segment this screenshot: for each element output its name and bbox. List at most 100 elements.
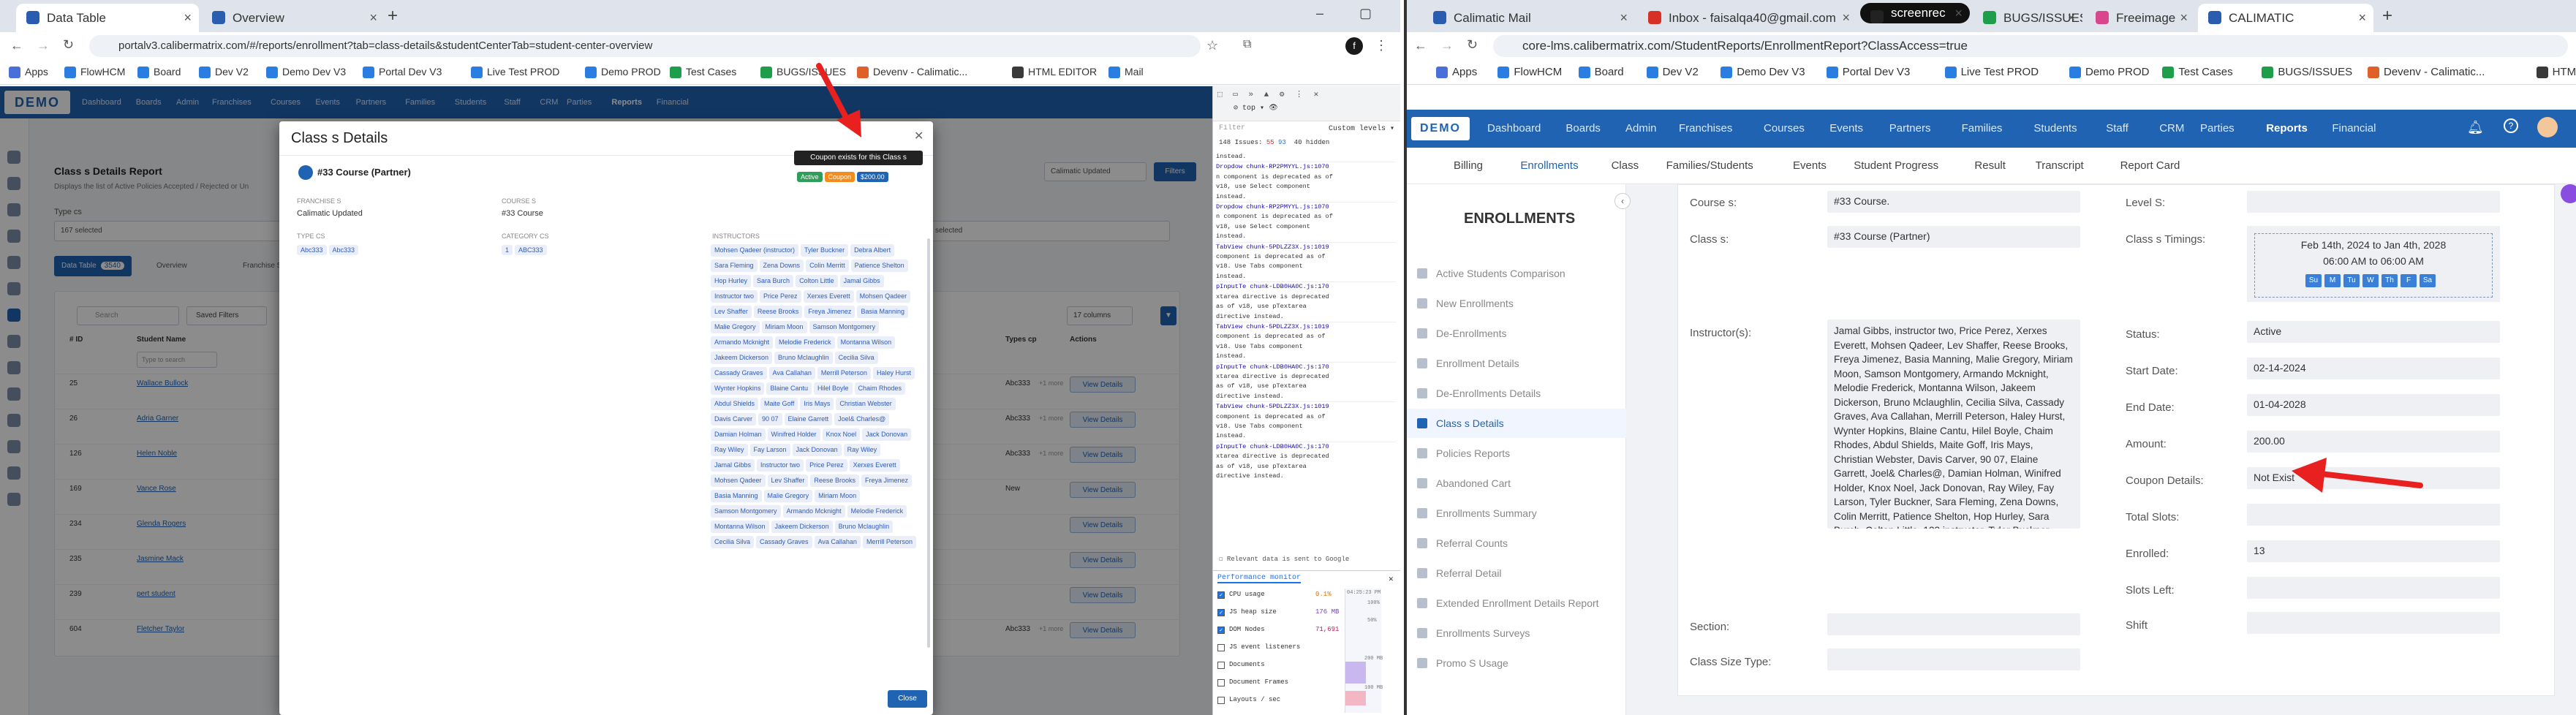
nav-item-financial[interactable]: Financial — [2332, 110, 2376, 148]
sidebar-item-policies-reports[interactable]: Policies Reports — [1407, 439, 1626, 468]
bookmark-item[interactable]: BUGS/ISSUES — [2262, 66, 2352, 78]
right-tab-2[interactable]: Inbox - faisalqa40@gmail.com × — [1638, 4, 1857, 32]
metric-checkbox[interactable]: ✓ — [1217, 627, 1225, 634]
nav-item-admin[interactable]: Admin — [1625, 110, 1657, 148]
bookmark-item[interactable]: HTML EDITOR — [1012, 66, 1097, 78]
sidebar-item-referral-detail[interactable]: Referral Detail — [1407, 559, 1626, 588]
nav-item-events[interactable]: Events — [1829, 110, 1863, 148]
nav-item-parties[interactable]: Parties — [2200, 110, 2235, 148]
bookmark-item[interactable]: Board — [1578, 66, 1624, 78]
modal-close-icon[interactable]: ✕ — [914, 129, 923, 143]
nav-item-reports[interactable]: Reports — [2266, 110, 2308, 148]
nav-item-dashboard[interactable]: Dashboard — [1487, 110, 1541, 148]
subnav-billing[interactable]: Billing — [1454, 148, 1483, 184]
menu-icon[interactable]: ⋮ — [1375, 38, 1388, 53]
nav-item-partners[interactable]: Partners — [1889, 110, 1931, 148]
issues-bar[interactable]: 148 Issues: 55 93 40 hidden — [1219, 139, 1329, 146]
nav-item-boards[interactable]: Boards — [1565, 110, 1601, 148]
close-tab-icon[interactable]: × — [184, 4, 192, 32]
close-tab-icon[interactable]: × — [2180, 4, 2188, 32]
sidebar-item-new-enrollments[interactable]: New Enrollments — [1407, 289, 1626, 318]
reload-icon[interactable]: ↻ — [63, 37, 74, 53]
bookmark-item[interactable]: Demo Dev V3 — [1721, 66, 1805, 78]
subnav-events[interactable]: Events — [1793, 148, 1827, 184]
new-tab-button[interactable]: + — [2382, 6, 2392, 26]
app-logo[interactable]: DEMO — [1411, 117, 1470, 140]
left-tab-1[interactable]: Data Table × — [16, 4, 199, 32]
bookmark-item[interactable]: Apps — [1436, 66, 1477, 78]
subnav-student-progress[interactable]: Student Progress — [1854, 148, 1938, 184]
edit-fab-icon[interactable] — [2561, 184, 2576, 203]
bookmark-item[interactable]: FlowHCM — [64, 66, 125, 78]
bell-icon[interactable]: 🔔︎ — [2467, 120, 2484, 135]
bookmark-item[interactable]: Test Cases — [2162, 66, 2233, 78]
right-tab-6[interactable]: CALIMATIC × — [2198, 4, 2373, 32]
bookmark-item[interactable]: Test Cases — [670, 66, 736, 78]
close-tab-icon[interactable]: × — [2358, 4, 2366, 32]
bookmark-star-icon[interactable]: ☆ — [1206, 38, 1218, 53]
perf-close-icon[interactable]: ✕ — [1389, 574, 1394, 584]
sidebar-collapse-icon[interactable]: ‹ — [1614, 193, 1631, 209]
bookmark-item[interactable]: Demo PROD — [2069, 66, 2150, 78]
nav-item-crm[interactable]: CRM — [2159, 110, 2184, 148]
subnav-report-card[interactable]: Report Card — [2120, 148, 2180, 184]
metric-checkbox[interactable] — [1217, 644, 1225, 651]
sidebar-item-de-enrollments-details[interactable]: De-Enrollments Details — [1407, 379, 1626, 408]
nav-item-courses[interactable]: Courses — [1764, 110, 1805, 148]
forward-icon[interactable]: → — [37, 38, 50, 53]
bookmark-item[interactable]: Portal Dev V3 — [1826, 66, 1910, 78]
metric-checkbox[interactable] — [1217, 679, 1225, 686]
window-controls[interactable]: – ▢ ✕ — [1316, 6, 1400, 21]
right-tab-4[interactable]: BUGS/ISSUES × — [1973, 4, 2082, 32]
context-select[interactable]: ⊘ top ▾ 👁 — [1234, 104, 1278, 113]
user-avatar[interactable] — [2537, 117, 2558, 137]
devtools-icons[interactable]: ⬚ ▭ » ▲ ⚙ ⋮ ✕ — [1217, 89, 1321, 99]
right-tab-1[interactable]: Calimatic Mail × — [1423, 4, 1635, 32]
sidebar-item-de-enrollments[interactable]: De-Enrollments — [1407, 319, 1626, 348]
nav-item-franchises[interactable]: Franchises — [1679, 110, 1732, 148]
sidebar-item-abandoned-cart[interactable]: Abandoned Cart — [1407, 469, 1626, 498]
nav-item-staff[interactable]: Staff — [2106, 110, 2129, 148]
bookmark-item[interactable]: Board — [137, 66, 181, 78]
close-tab-icon[interactable]: × — [1620, 4, 1628, 32]
bookmark-item[interactable]: FlowHCM — [1497, 66, 1562, 78]
bookmark-item[interactable]: Dev V2 — [199, 66, 249, 78]
metric-checkbox[interactable] — [1217, 662, 1225, 669]
subnav-transcript[interactable]: Transcript — [2036, 148, 2084, 184]
bookmark-item[interactable]: Live Test PROD — [1944, 66, 2039, 78]
nav-item-students[interactable]: Students — [2033, 110, 2077, 148]
metric-checkbox[interactable] — [1217, 697, 1225, 704]
sidebar-item-enrollments-summary[interactable]: Enrollments Summary — [1407, 499, 1626, 528]
left-url-field[interactable]: portalv3.calibermatrix.com/#/reports/enr… — [89, 35, 1201, 57]
levels-select[interactable]: Custom levels ▾ — [1329, 124, 1394, 133]
nav-item-families[interactable]: Families — [1962, 110, 2003, 148]
sidebar-item-referral-counts[interactable]: Referral Counts — [1407, 529, 1626, 558]
subnav-enrollments[interactable]: Enrollments — [1520, 148, 1579, 186]
sidebar-item-enrollments-surveys[interactable]: Enrollments Surveys — [1407, 618, 1626, 648]
left-tab-2[interactable]: Overview × — [202, 4, 385, 32]
right-url-field[interactable]: core-lms.calibermatrix.com/StudentReport… — [1493, 35, 2568, 57]
close-tab-icon[interactable]: × — [1842, 4, 1850, 32]
bookmark-item[interactable]: Dev V2 — [1646, 66, 1699, 78]
sidebar-item-class-s-details[interactable]: Class s Details — [1407, 409, 1626, 438]
subnav-families-students[interactable]: Families/Students — [1666, 148, 1753, 184]
bookmark-item[interactable]: Devenv - Calimatic... — [857, 66, 967, 78]
metric-checkbox[interactable]: ✓ — [1217, 609, 1225, 616]
bookmark-item[interactable]: Demo PROD — [585, 66, 661, 78]
profile-avatar[interactable]: f — [1345, 37, 1363, 55]
right-tab-3[interactable]: screenrec × — [1860, 3, 1970, 23]
console-filter[interactable]: Filter — [1219, 124, 1307, 132]
back-icon[interactable]: ← — [1414, 38, 1427, 53]
new-tab-button[interactable]: + — [388, 6, 398, 26]
close-tab-icon[interactable]: × — [2067, 4, 2075, 32]
close-tab-icon[interactable]: × — [369, 4, 377, 32]
back-icon[interactable]: ← — [10, 38, 23, 53]
modal-close-button[interactable]: Close — [888, 690, 927, 708]
help-icon[interactable]: ? — [2504, 118, 2518, 133]
modal-scrollbar[interactable] — [927, 238, 930, 648]
bookmark-item[interactable]: Apps — [9, 66, 48, 78]
metric-checkbox[interactable]: ✓ — [1217, 591, 1225, 599]
forward-icon[interactable]: → — [1440, 38, 1454, 53]
close-tab-icon[interactable]: × — [1954, 3, 1963, 23]
bookmark-item[interactable]: Live Test PROD — [471, 66, 559, 78]
